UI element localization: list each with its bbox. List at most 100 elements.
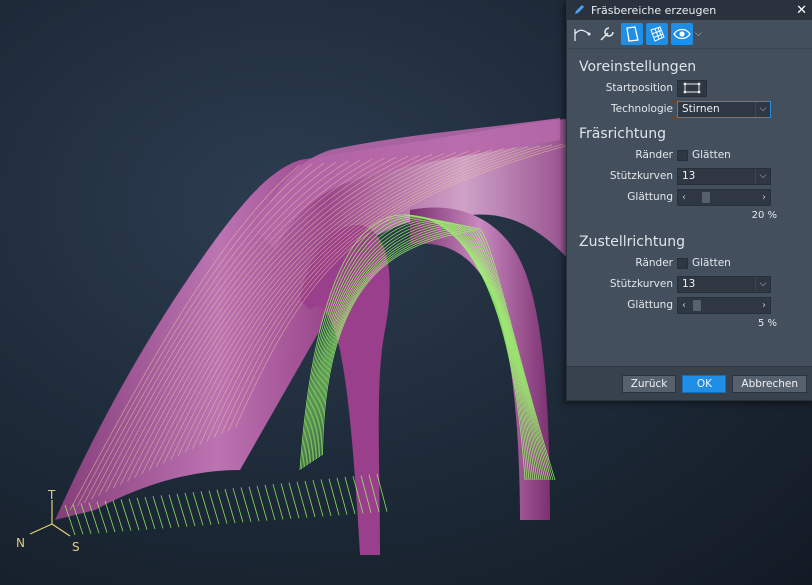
feed-support-label: Stützkurven [609,278,673,290]
ok-button[interactable]: OK [682,374,727,393]
toolpath-line [328,478,340,516]
toolbar-path-button[interactable] [571,23,593,45]
toolbar-surface-button[interactable] [621,23,643,45]
feed-support-row: Stützkurven 13 ⌵ [567,274,812,294]
toolpath-line [216,489,228,524]
toolbar-settings-button[interactable] [596,23,618,45]
wrench-icon [600,27,614,41]
toolpath-line [240,487,252,522]
surface-icon [626,26,639,42]
mill-edges-row: Ränder Glätten [567,145,812,165]
feed-smoothing-percent: 5 % [757,318,777,329]
toolpath-line [168,494,180,528]
mill-smoothing-slider[interactable]: ‹ › [677,188,771,206]
axis-label-s: S [72,540,80,554]
toolpath-line [256,485,268,521]
mill-smooth-checkbox[interactable] [677,149,688,161]
axis-label-t: T [48,488,56,502]
section-title-mill-direction: Fräsrichtung [579,126,667,142]
chevron-down-icon[interactable]: ⌵ [695,29,702,39]
technology-select[interactable]: Stirnen ⌵ [677,100,771,118]
feed-edges-label: Ränder [635,257,673,269]
toolpath-line [232,488,244,523]
start-position-label: Startposition [605,82,673,94]
chevron-down-icon: ⌵ [755,276,770,292]
toolpath-line [264,484,276,521]
chevron-down-icon: ⌵ [755,168,770,184]
toolpath-line [304,480,316,518]
chevron-left-icon[interactable]: ‹ [678,300,690,311]
dialog-footer: Zurück OK Abbrechen [567,366,812,400]
feed-smoothing-row: Glättung ‹ › [567,295,812,315]
feed-support-select[interactable]: 13 ⌵ [677,275,771,293]
toolpath-line [296,481,308,518]
toolpath-line [336,477,348,515]
toolpath-line [208,490,220,525]
mill-support-label: Stützkurven [609,170,673,182]
toolbar-visibility-button[interactable] [671,23,693,45]
toolbar-grid-surface-button[interactable] [646,23,668,45]
feed-smoothing-slider[interactable]: ‹ › [677,296,771,314]
slider-thumb[interactable] [702,191,710,203]
mill-support-row: Stützkurven 13 ⌵ [567,166,812,186]
toolpath-line [288,482,300,519]
slider-track[interactable] [690,298,758,313]
technology-value: Stirnen [682,103,720,115]
section-title-presets: Voreinstellungen [579,59,697,75]
toolpath-line [136,497,148,530]
toolpath-line [280,483,292,519]
cancel-button[interactable]: Abbrechen [732,374,807,393]
toolpath-line [184,492,196,527]
toolpath-line [112,500,124,532]
dialog-toolbar: ⌵ [567,20,812,49]
feed-smooth-checkbox[interactable] [677,257,688,269]
feed-smooth-check-label: Glätten [692,257,731,269]
mill-support-select[interactable]: 13 ⌵ [677,167,771,185]
toolpath-line [96,501,108,533]
mill-smoothing-row: Glättung ‹ › [567,187,812,207]
toolpath-line [344,476,356,515]
chevron-down-icon: ⌵ [755,101,770,117]
mill-support-value: 13 [682,170,696,182]
toolpath-line [120,499,132,531]
mill-edges-label: Ränder [635,149,673,161]
feed-smoothing-label: Glättung [627,299,673,311]
mill-smoothing-percent: 20 % [751,210,777,221]
toolpath-line [200,491,212,525]
start-position-icon [683,82,701,94]
feed-support-value: 13 [682,278,696,290]
close-button[interactable]: ✕ [796,4,807,17]
section-title-feed-direction: Zustellrichtung [579,234,685,250]
axis-triad: T N S [8,488,88,558]
chevron-left-icon[interactable]: ‹ [678,192,690,203]
feed-edges-row: Ränder Glätten [567,253,812,273]
mill-smoothing-label: Glättung [627,191,673,203]
technology-label: Technologie [611,103,673,115]
toolpath-line [144,496,156,530]
axis-label-n: N [16,536,25,550]
slider-track[interactable] [690,190,758,205]
milling-areas-dialog: Fräsbereiche erzeugen ✕ ⌵ Voreinstellung… [566,0,812,401]
toolpath-line [248,486,260,522]
dialog-titlebar[interactable]: Fräsbereiche erzeugen ✕ [567,0,812,20]
toolpath-line [152,496,164,529]
toolpath-line [160,495,172,528]
toolpath-line [176,493,188,527]
mill-smooth-check-label: Glätten [692,149,731,161]
eye-icon [673,28,691,40]
toolpath-line [128,498,140,531]
start-position-row: Startposition [567,78,812,98]
chevron-right-icon[interactable]: › [758,300,770,311]
back-button[interactable]: Zurück [621,374,677,393]
toolpath-line [192,492,204,526]
chevron-right-icon[interactable]: › [758,192,770,203]
toolpath-line [312,480,324,517]
toolpath-line [104,500,116,533]
grid-surface-icon [650,26,665,42]
slider-thumb[interactable] [693,299,701,311]
toolpath-line [272,484,284,520]
dialog-title: Fräsbereiche erzeugen [591,3,717,17]
toolpath-line [224,488,236,524]
start-position-button[interactable] [677,79,707,97]
toolpath-line [320,479,332,516]
